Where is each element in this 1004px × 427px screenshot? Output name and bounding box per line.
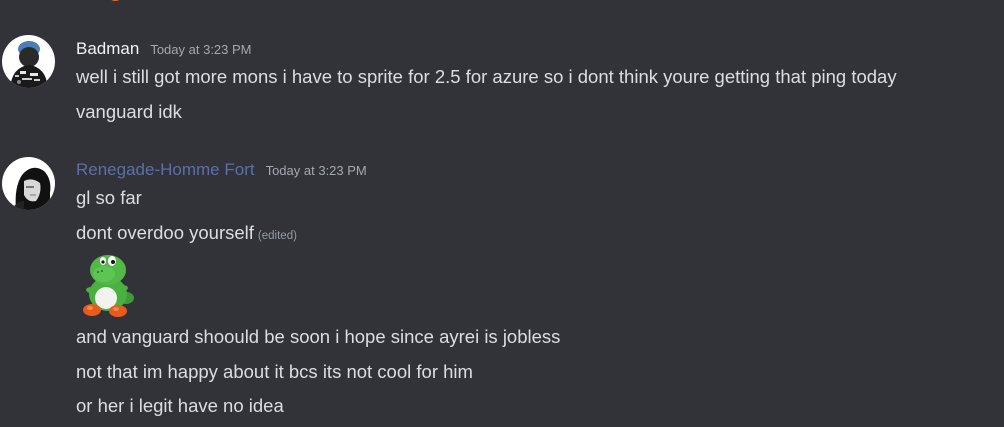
username-badman[interactable]: Badman xyxy=(76,38,139,60)
message-text: gl so far xyxy=(76,187,142,208)
message-timestamp[interactable]: Today at 3:23 PM xyxy=(150,39,251,61)
message-text: dont overdoo yourself xyxy=(76,222,254,243)
message-text: and vanguard shoould be soon i hope sinc… xyxy=(76,326,561,347)
message-timestamp[interactable]: Today at 3:23 PM xyxy=(266,160,367,182)
message-header: Badman Today at 3:23 PM xyxy=(76,38,252,61)
message-header: Renegade-Homme Fort Today at 3:23 PM xyxy=(76,159,367,182)
edited-label[interactable]: (edited) xyxy=(258,230,297,242)
message-text: vanguard idk xyxy=(76,101,182,122)
avatar-badman[interactable] xyxy=(2,35,55,88)
avatar-renegade[interactable] xyxy=(2,157,55,210)
message-text: well i still got more mons i have to spr… xyxy=(76,66,897,87)
message-text-edited: dont overdoo yourself (edited) xyxy=(76,221,297,248)
green-dinosaur-sticker[interactable] xyxy=(78,250,138,318)
message-text: not that im happy about it bcs its not c… xyxy=(76,361,473,382)
partial-sticker-image xyxy=(111,0,120,1)
message-text: or her i legit have no idea xyxy=(76,395,284,416)
chat-message-list: Badman Today at 3:23 PM well i still got… xyxy=(0,0,1004,427)
badman-avatar-image xyxy=(2,35,55,88)
username-renegade[interactable]: Renegade-Homme Fort xyxy=(76,159,255,181)
renegade-avatar-image xyxy=(2,157,55,210)
